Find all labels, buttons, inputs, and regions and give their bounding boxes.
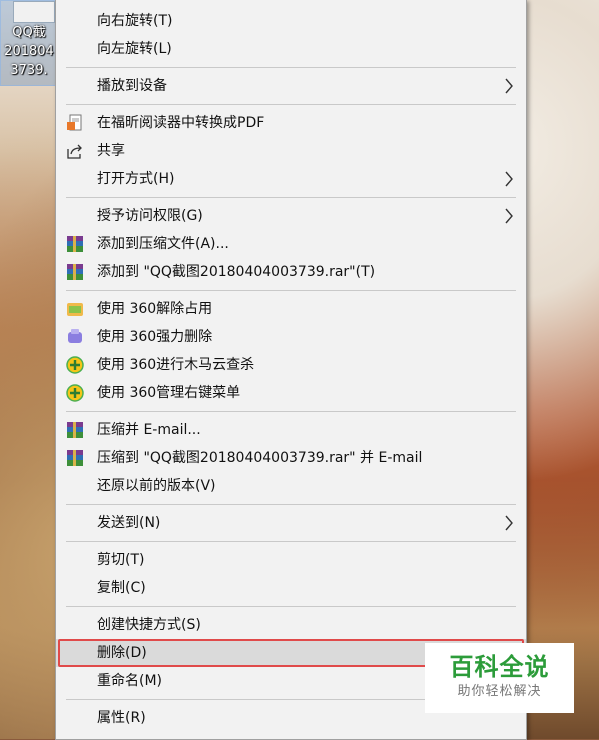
menu-separator [66, 67, 516, 68]
menu-item-cast-to-device[interactable]: 播放到设备 [56, 72, 526, 100]
360-plus-icon [66, 356, 84, 374]
file-label-line: QQ截 [12, 25, 46, 40]
share-icon [67, 144, 82, 159]
menu-separator [66, 290, 516, 291]
menu-item-label: 向右旋转(T) [97, 13, 173, 29]
menu-item-label: 还原以前的版本(V) [97, 478, 216, 494]
menu-item-rotate-right[interactable]: 向右旋转(T) [56, 7, 526, 35]
winrar-icon [67, 264, 83, 280]
watermark-logo: 百科全说 助你轻松解决 [425, 643, 574, 713]
menu-item-add-to-rar[interactable]: 添加到 "QQ截图20180404003739.rar"(T) [56, 258, 526, 286]
menu-item-open-with[interactable]: 打开方式(H) [56, 165, 526, 193]
menu-item-add-to-archive[interactable]: 添加到压缩文件(A)... [56, 230, 526, 258]
menu-item-360-trojan-scan[interactable]: 使用 360进行木马云查杀 [56, 351, 526, 379]
menu-item-restore-previous[interactable]: 还原以前的版本(V) [56, 472, 526, 500]
menu-separator [66, 104, 516, 105]
desktop-file-label: QQ截 201804 3739. [1, 23, 57, 80]
menu-item-360-manage-menu[interactable]: 使用 360管理右键菜单 [56, 379, 526, 407]
pdf-convert-icon [67, 114, 82, 131]
menu-item-label: 复制(C) [97, 580, 146, 596]
360-unlock-icon [67, 303, 83, 316]
winrar-icon [67, 422, 83, 438]
context-menu: 向右旋转(T) 向左旋转(L) 播放到设备 在福昕阅读器中转换成PDF 共享 打… [55, 0, 527, 740]
menu-item-cut[interactable]: 剪切(T) [56, 546, 526, 574]
menu-item-send-to[interactable]: 发送到(N) [56, 509, 526, 537]
menu-item-label: 剪切(T) [97, 552, 145, 568]
menu-separator [66, 197, 516, 198]
menu-item-label: 向左旋转(L) [97, 41, 172, 57]
image-thumbnail-icon [13, 1, 55, 23]
menu-item-label: 添加到压缩文件(A)... [97, 236, 229, 252]
menu-item-label: 授予访问权限(G) [97, 208, 203, 224]
menu-separator [66, 606, 516, 607]
menu-item-label: 使用 360进行木马云查杀 [97, 357, 255, 373]
watermark-title: 百科全说 [449, 653, 550, 681]
menu-item-label: 使用 360解除占用 [97, 301, 213, 317]
menu-item-label: 发送到(N) [97, 515, 161, 531]
menu-item-share[interactable]: 共享 [56, 137, 526, 165]
360-shred-icon [68, 329, 82, 343]
menu-item-label: 使用 360强力删除 [97, 329, 213, 345]
menu-item-360-shred[interactable]: 使用 360强力删除 [56, 323, 526, 351]
menu-item-label: 打开方式(H) [97, 171, 175, 187]
menu-separator [66, 504, 516, 505]
menu-item-give-access[interactable]: 授予访问权限(G) [56, 202, 526, 230]
menu-item-label: 使用 360管理右键菜单 [97, 385, 241, 401]
menu-item-create-shortcut[interactable]: 创建快捷方式(S) [56, 611, 526, 639]
menu-item-compress-to-rar-email[interactable]: 压缩到 "QQ截图20180404003739.rar" 并 E-mail [56, 444, 526, 472]
menu-separator [66, 411, 516, 412]
menu-item-compress-email[interactable]: 压缩并 E-mail... [56, 416, 526, 444]
menu-item-label: 共享 [97, 143, 125, 159]
chevron-right-icon [505, 171, 513, 187]
chevron-right-icon [505, 515, 513, 531]
watermark-subtitle: 助你轻松解决 [457, 684, 542, 699]
desktop-file-icon[interactable]: QQ截 201804 3739. [0, 0, 56, 86]
menu-item-label: 在福昕阅读器中转换成PDF [97, 115, 265, 131]
menu-item-label: 创建快捷方式(S) [97, 617, 201, 633]
menu-item-label: 重命名(M) [97, 673, 163, 689]
file-label-line: 3739. [10, 63, 48, 78]
menu-separator [66, 541, 516, 542]
chevron-right-icon [505, 208, 513, 224]
menu-item-label: 播放到设备 [97, 78, 167, 94]
menu-item-foxit-convert-pdf[interactable]: 在福昕阅读器中转换成PDF [56, 109, 526, 137]
chevron-right-icon [505, 78, 513, 94]
menu-item-rotate-left[interactable]: 向左旋转(L) [56, 35, 526, 63]
file-label-line: 201804 [4, 44, 54, 59]
360-plus-icon [66, 384, 84, 402]
winrar-icon [67, 236, 83, 252]
menu-item-copy[interactable]: 复制(C) [56, 574, 526, 602]
menu-item-label: 压缩到 "QQ截图20180404003739.rar" 并 E-mail [97, 450, 423, 466]
menu-item-360-unlock[interactable]: 使用 360解除占用 [56, 295, 526, 323]
menu-item-label: 属性(R) [97, 710, 146, 726]
menu-item-label: 添加到 "QQ截图20180404003739.rar"(T) [97, 264, 376, 280]
menu-item-label: 压缩并 E-mail... [97, 422, 201, 438]
winrar-icon [67, 450, 83, 466]
